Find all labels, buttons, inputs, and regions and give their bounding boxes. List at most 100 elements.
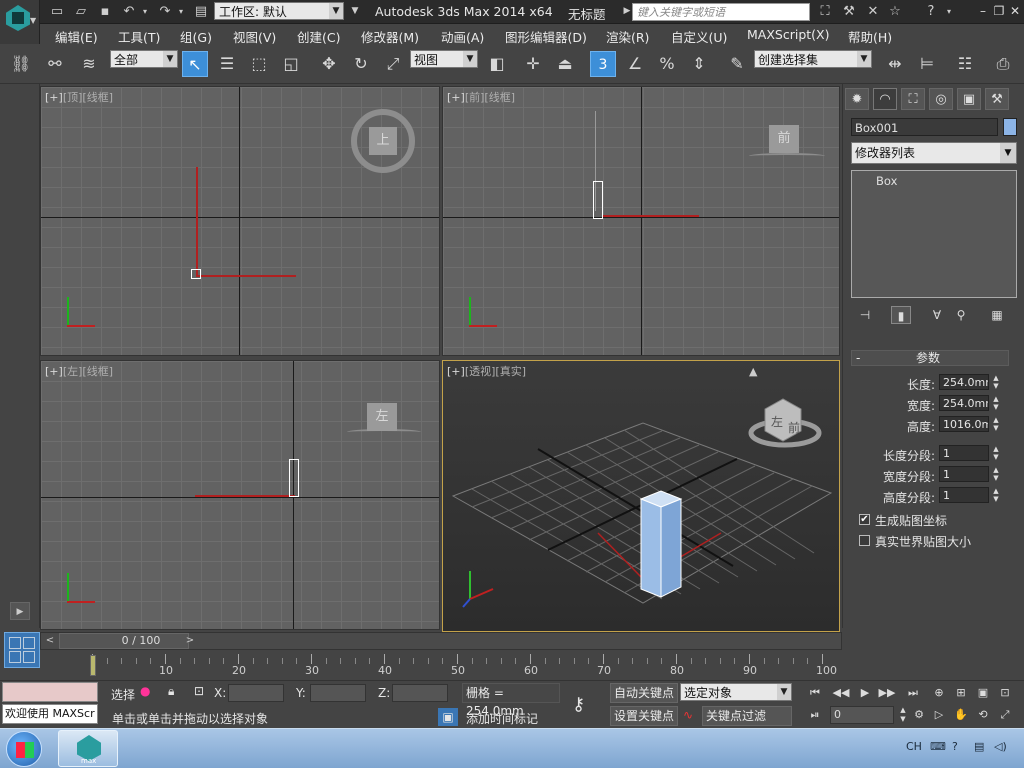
viewport-lock-icon[interactable]: ▲	[749, 365, 757, 378]
scale-icon[interactable]: ⤢	[380, 51, 406, 77]
help-icon[interactable]: ?	[922, 3, 940, 20]
pivot-center-icon[interactable]: ◧	[484, 51, 510, 77]
stack-item-box[interactable]: Box	[876, 174, 897, 188]
spinner-snap-icon[interactable]: ⇕	[686, 51, 712, 77]
field-of-view-icon[interactable]: ▷	[930, 706, 948, 724]
menu-maxscript[interactable]: MAXScript(X)	[747, 27, 829, 42]
time-slider-prev-icon[interactable]: <	[43, 634, 57, 648]
subscription-icon[interactable]: ⚒	[840, 3, 858, 20]
taskbar-3dsmax-button[interactable]: max	[58, 730, 118, 767]
length-spinner[interactable]: ▲ ▼	[991, 374, 1001, 390]
height-field[interactable]: 1016.0mm	[939, 416, 989, 432]
new-file-icon[interactable]: ▭	[48, 3, 66, 20]
key-mode-toggle-icon[interactable]: ⏯	[806, 706, 824, 724]
viewcube-face-front[interactable]: 前	[788, 419, 800, 436]
expand-scene-explorer-button[interactable]: ▶	[10, 602, 30, 620]
add-time-tag-button[interactable]: 添加时间标记	[466, 710, 538, 727]
modifier-stack[interactable]: Box	[851, 170, 1017, 298]
next-frame-icon[interactable]: ▶▶	[878, 684, 896, 702]
pin-stack-icon[interactable]: ⊣	[855, 306, 875, 324]
width-segs-field[interactable]: 1	[939, 466, 989, 482]
reference-coordinate-select[interactable]: 视图 ▼	[410, 50, 478, 68]
zoom-extents-all-icon[interactable]: ⊡	[996, 684, 1014, 702]
viewport-label[interactable]: [+][前][线框]	[447, 89, 515, 105]
absolute-relative-icon[interactable]: ⊡	[194, 684, 204, 698]
search-input[interactable]: 键入关键字或短语	[632, 3, 810, 21]
track-bar[interactable]: 10 20 30 40 50 60 70 80 90 100	[40, 652, 842, 678]
viewport-top[interactable]: [+][顶][线框] 上	[40, 86, 440, 356]
viewport-perspective[interactable]: [+][透视][真实] 左 前 ▲	[442, 360, 840, 632]
network-icon[interactable]: ▤	[974, 740, 984, 753]
rotate-icon[interactable]: ↻	[348, 51, 374, 77]
create-tab-icon[interactable]: ✹	[845, 88, 869, 110]
width-segs-spinner[interactable]: ▲ ▼	[991, 466, 1001, 482]
move-icon[interactable]: ✥	[316, 51, 342, 77]
x-coord-field[interactable]	[228, 684, 284, 702]
volume-icon[interactable]: ◁)	[994, 740, 1007, 753]
zoom-icon[interactable]: ⊕	[930, 684, 948, 702]
parameters-rollout-header[interactable]: - 参数	[851, 350, 1009, 366]
box-left-view[interactable]	[289, 459, 299, 497]
zoom-extents-icon[interactable]: ▣	[974, 684, 992, 702]
motion-tab-icon[interactable]: ◎	[929, 88, 953, 110]
height-segs-spinner[interactable]: ▲ ▼	[991, 487, 1001, 503]
align-icon[interactable]: ⊨	[914, 51, 940, 77]
set-key-button[interactable]: 设置关键点	[610, 706, 679, 726]
viewport-label[interactable]: [+][左][线框]	[45, 363, 113, 379]
show-end-result-icon[interactable]: ▮	[891, 306, 911, 324]
save-icon[interactable]: ▪	[96, 3, 114, 20]
workspace-select[interactable]: 工作区: 默认 ▼	[214, 2, 344, 20]
previous-frame-icon[interactable]: ◀◀	[832, 684, 850, 702]
keyboard-icon[interactable]: ⌨	[930, 740, 946, 753]
auto-key-button[interactable]: 自动关键点	[610, 683, 679, 703]
make-unique-icon[interactable]: ∀	[927, 306, 947, 324]
set-key-icon[interactable]: ⚷	[572, 694, 585, 715]
viewcube-face-left[interactable]: 左	[771, 413, 783, 430]
layer-manager-icon[interactable]: ☷	[952, 51, 978, 77]
viewcube[interactable]: 前	[769, 125, 799, 153]
box-front-view[interactable]	[593, 181, 603, 219]
box-top-view[interactable]	[191, 269, 201, 279]
selection-lock-icon[interactable]: 🔒︎	[168, 684, 174, 699]
open-file-icon[interactable]: ▱	[72, 3, 90, 20]
viewport-label[interactable]: [+][顶][线框]	[45, 89, 113, 105]
time-tag-icon[interactable]: ▣	[438, 708, 458, 726]
window-crossing-icon[interactable]: ◱	[278, 51, 304, 77]
key-mode-icon[interactable]: ∿	[683, 708, 693, 722]
orbit-icon[interactable]: ⟲	[974, 706, 992, 724]
height-spinner[interactable]: ▲ ▼	[991, 416, 1001, 432]
help-dropdown-icon[interactable]: ▾	[940, 3, 958, 20]
edit-named-selection-icon[interactable]: ✎	[724, 51, 750, 77]
utilities-tab-icon[interactable]: ⚒	[985, 88, 1009, 110]
pan-icon[interactable]: ✋	[952, 706, 970, 724]
select-by-name-icon[interactable]: ☰	[214, 51, 240, 77]
display-tab-icon[interactable]: ▣	[957, 88, 981, 110]
current-frame-field[interactable]: 0	[830, 706, 894, 724]
viewcube-ring[interactable]	[749, 153, 825, 159]
width-spinner[interactable]: ▲ ▼	[991, 395, 1001, 411]
real-world-map-size-checkbox[interactable]: 真实世界贴图大小	[859, 535, 971, 549]
hierarchy-tab-icon[interactable]: ⛶	[901, 88, 925, 110]
modifier-list-select[interactable]: 修改器列表 ▼	[851, 142, 1017, 164]
rectangular-selection-icon[interactable]: ⬚	[246, 51, 272, 77]
viewcube[interactable]: 左	[367, 403, 397, 431]
select-manipulate-icon[interactable]: ✛	[520, 51, 546, 77]
object-color-swatch[interactable]	[1003, 118, 1017, 136]
time-slider-next-icon[interactable]: >	[183, 634, 197, 648]
viewcube[interactable]: 上	[369, 127, 397, 155]
app-logo-button[interactable]: ▼	[0, 0, 40, 44]
checkbox-unchecked[interactable]	[859, 535, 870, 546]
key-filters-button[interactable]: 关键点过滤器...	[702, 706, 792, 741]
angle-snap-icon[interactable]: ∠	[622, 51, 648, 77]
go-to-start-icon[interactable]: ⏮	[806, 684, 824, 702]
keyboard-shortcut-override-icon[interactable]: ⏏	[552, 51, 578, 77]
restore-button[interactable]: ❐	[992, 4, 1006, 18]
generate-mapping-coords-checkbox[interactable]: ✔ 生成贴图坐标	[859, 514, 947, 528]
viewport-layout-button[interactable]	[4, 632, 40, 668]
bind-spacewarp-icon[interactable]: ≋	[76, 51, 102, 77]
isolate-selection-icon[interactable]: ●	[140, 684, 150, 698]
project-folder-icon[interactable]: ▤	[192, 3, 210, 20]
height-segs-field[interactable]: 1	[939, 487, 989, 503]
binoculars-icon[interactable]: ⛶	[816, 3, 834, 20]
snap-toggle-icon[interactable]: 3	[590, 51, 616, 77]
